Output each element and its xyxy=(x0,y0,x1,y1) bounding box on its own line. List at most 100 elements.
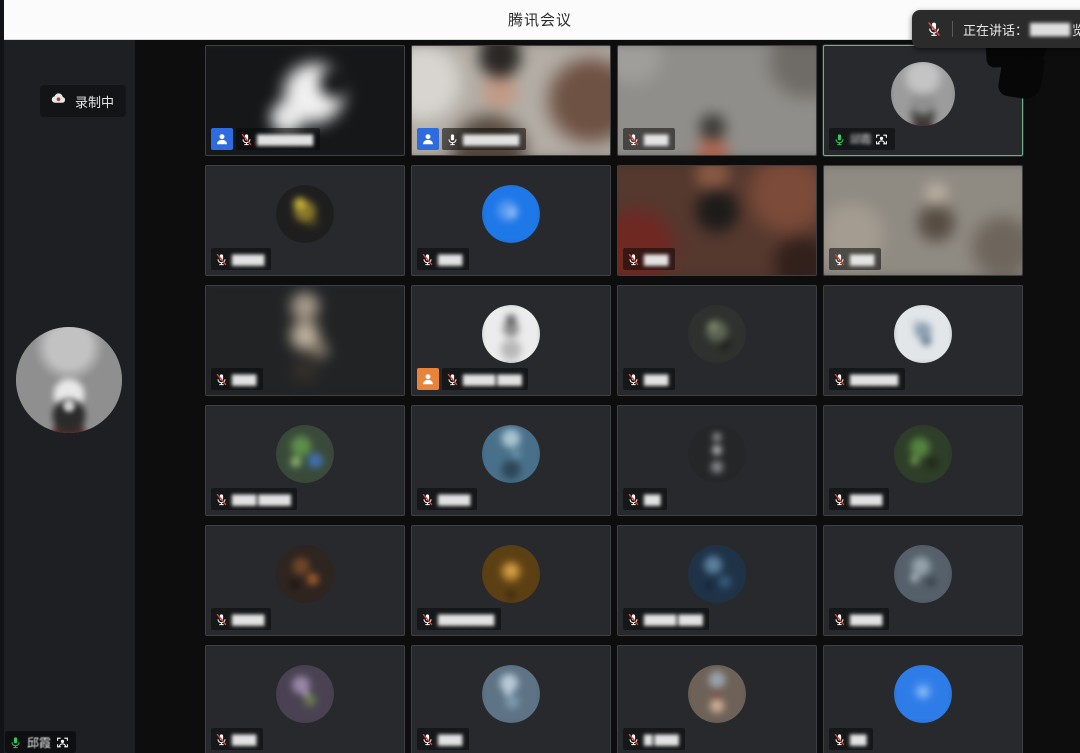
participant-avatar xyxy=(276,185,334,243)
participant-tile[interactable]: ▇▇▇▇▇▇▇ xyxy=(411,525,611,636)
participant-tile[interactable]: ▇▇▇▇ ▇▇▇ xyxy=(411,285,611,396)
participant-tile[interactable]: ▇▇▇ xyxy=(617,285,817,396)
participant-name: ▇▇▇ xyxy=(850,253,874,266)
name-pill: ▇▇▇▇▇▇▇ xyxy=(236,128,320,150)
mic-muted-icon xyxy=(215,253,228,266)
self-name: 邱霞 xyxy=(27,734,51,751)
mic-muted-icon xyxy=(627,613,640,626)
window-left-edge xyxy=(0,0,4,753)
tile-label-row: ▇▇▇▇ xyxy=(417,488,477,510)
speaking-suffix: 览 xyxy=(1072,20,1080,39)
participant-name: ▇▇▇ xyxy=(438,253,462,266)
participant-tile[interactable]: ▇▇▇▇ xyxy=(823,405,1023,516)
tile-label-row: ▇▇▇ xyxy=(211,728,263,750)
participant-avatar xyxy=(276,425,334,483)
mic-muted-icon xyxy=(215,613,228,626)
mic-muted-icon xyxy=(833,613,846,626)
participant-avatar xyxy=(894,425,952,483)
mic-muted-icon xyxy=(627,493,640,506)
participant-avatar xyxy=(894,665,952,723)
mic-muted-icon xyxy=(421,613,434,626)
name-pill: ▇▇▇ xyxy=(829,248,881,270)
participant-tile[interactable]: ▇ ▇▇▇ xyxy=(617,645,817,753)
name-pill: ▇▇▇▇ xyxy=(417,488,477,510)
mic-muted-icon xyxy=(833,733,846,746)
portrait-track-icon xyxy=(56,736,69,749)
participant-tile[interactable]: ▇▇▇▇ ▇▇▇ xyxy=(617,525,817,636)
recording-label: 录制中 xyxy=(75,92,114,111)
participant-avatar xyxy=(891,62,955,126)
participant-tile[interactable]: ▇▇▇▇▇▇ xyxy=(823,285,1023,396)
window-title: 腾讯会议 xyxy=(508,9,572,30)
mic-muted-icon xyxy=(446,373,459,386)
mic-on-icon xyxy=(446,133,459,146)
orange-member-badge-icon xyxy=(417,368,439,390)
self-avatar-image xyxy=(16,327,122,433)
mic-muted-icon xyxy=(627,733,640,746)
participant-name: ▇▇▇ xyxy=(644,253,668,266)
tile-label-row: ▇▇▇ xyxy=(829,248,881,270)
video-grid: ▇▇▇▇▇▇▇ ▇▇▇▇▇▇▇ ▇▇▇ 邱霞 ▇▇▇▇ ▇▇▇ ▇▇▇ ▇▇▇ xyxy=(205,45,1023,753)
mic-muted-icon xyxy=(215,373,228,386)
participant-avatar xyxy=(688,305,746,363)
participant-avatar xyxy=(482,545,540,603)
participant-tile[interactable]: ▇▇▇ xyxy=(823,165,1023,276)
tile-label-row: ▇▇▇ xyxy=(623,128,675,150)
participant-tile[interactable]: ▇▇▇▇▇▇▇ xyxy=(205,45,405,156)
tile-label-row: ▇▇▇▇ xyxy=(211,608,271,630)
tile-label-row: ▇▇▇▇ xyxy=(829,488,889,510)
name-pill: ▇▇▇ xyxy=(417,248,469,270)
speaking-prefix: 正在讲话： xyxy=(963,20,1028,39)
speaking-speaker-masked: ▇▇▇▇ xyxy=(1030,21,1070,37)
recording-badge[interactable]: 录制中 xyxy=(40,85,126,117)
participant-avatar xyxy=(482,425,540,483)
participant-name: ▇▇▇▇ xyxy=(232,613,264,626)
participant-tile[interactable]: ▇▇▇ xyxy=(205,285,405,396)
participant-avatar xyxy=(688,545,746,603)
participant-tile[interactable]: ▇▇▇▇ xyxy=(205,165,405,276)
cloud-record-icon xyxy=(50,90,67,112)
app-window: 腾讯会议 录制中 邱霞 ▇▇▇▇▇▇▇ xyxy=(0,0,1080,753)
participant-tile[interactable]: ▇▇▇ xyxy=(411,645,611,753)
participant-tile[interactable]: ▇▇▇▇ xyxy=(823,525,1023,636)
toast-mic-muted-icon xyxy=(926,21,942,37)
participant-tile[interactable]: ▇▇ xyxy=(617,405,817,516)
participant-name: ▇▇▇▇▇▇ xyxy=(850,373,898,386)
participant-avatar xyxy=(482,305,540,363)
participant-tile[interactable]: ▇▇▇▇▇▇▇ xyxy=(411,45,611,156)
participant-name: ▇▇▇ xyxy=(232,373,256,386)
participant-tile[interactable]: ▇▇▇ xyxy=(205,645,405,753)
participant-tile[interactable]: ▇▇▇ ▇▇▇▇ xyxy=(205,405,405,516)
participant-name: ▇▇▇▇▇▇▇ xyxy=(257,133,313,146)
participant-tile[interactable]: ▇▇ xyxy=(823,645,1023,753)
participant-name: ▇▇▇▇ ▇▇▇ xyxy=(463,373,521,386)
tile-label-row: ▇▇▇▇▇▇▇ xyxy=(417,608,501,630)
mic-muted-icon xyxy=(627,133,640,146)
participant-name: ▇ ▇▇▇ xyxy=(644,733,678,746)
participant-name: 邱霞 xyxy=(850,131,871,147)
name-pill: ▇▇▇ xyxy=(623,368,675,390)
name-pill: ▇▇▇▇ xyxy=(829,488,889,510)
mic-muted-icon xyxy=(421,733,434,746)
tile-label-row: ▇▇▇ ▇▇▇▇ xyxy=(211,488,297,510)
participant-tile[interactable]: ▇▇▇ xyxy=(411,165,611,276)
self-video-thumbnail[interactable] xyxy=(16,327,122,433)
tile-label-row: ▇▇ xyxy=(623,488,667,510)
participant-tile[interactable]: ▇▇▇ xyxy=(617,45,817,156)
participant-tile[interactable]: ▇▇▇▇ xyxy=(205,525,405,636)
participant-name: ▇▇ xyxy=(644,493,660,506)
participant-tile[interactable]: ▇▇▇▇ xyxy=(411,405,611,516)
tile-label-row: 邱霞 xyxy=(829,128,895,150)
name-pill: ▇▇▇▇▇▇ xyxy=(829,368,905,390)
name-pill: ▇▇ xyxy=(829,728,873,750)
participant-avatar xyxy=(688,665,746,723)
tile-label-row: ▇▇▇ xyxy=(623,368,675,390)
mic-muted-icon xyxy=(240,133,253,146)
mic-muted-icon xyxy=(833,373,846,386)
name-pill: ▇▇▇▇▇▇▇ xyxy=(442,128,526,150)
participant-name: ▇▇▇▇ ▇▇▇ xyxy=(644,613,702,626)
participant-name: ▇▇▇▇ xyxy=(438,493,470,506)
mic-muted-icon xyxy=(421,253,434,266)
mic-muted-icon xyxy=(215,733,228,746)
participant-tile[interactable]: ▇▇▇ xyxy=(617,165,817,276)
